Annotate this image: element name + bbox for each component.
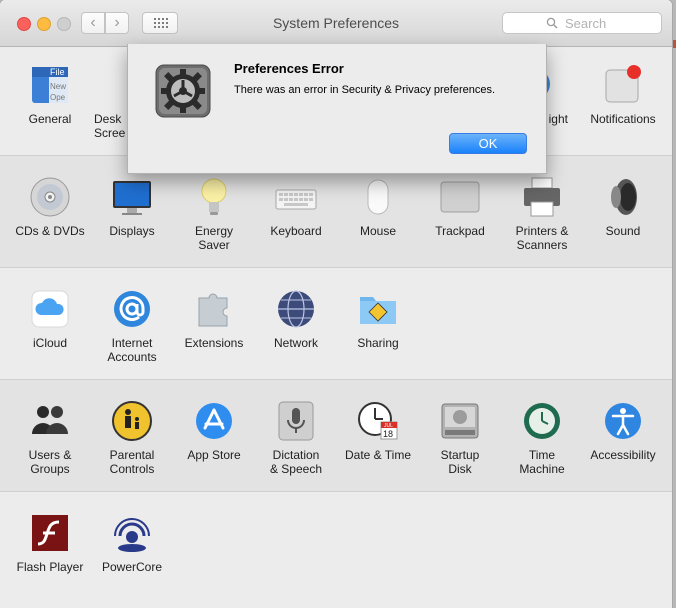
pane-label: Printers & Scanners bbox=[515, 224, 569, 252]
pane-printers-scanners[interactable]: Printers & Scanners bbox=[501, 176, 583, 252]
mouse-icon bbox=[357, 176, 399, 218]
svg-text:File: File bbox=[50, 67, 65, 77]
pane-date-time[interactable]: JUL 18 Date & Time bbox=[337, 400, 419, 462]
pane-energy-saver[interactable]: Energy Saver bbox=[173, 176, 255, 252]
dialog-title: Preferences Error bbox=[234, 61, 344, 76]
notifications-icon bbox=[602, 64, 644, 106]
pane-powercore[interactable]: PowerCore bbox=[91, 512, 173, 574]
background-window-edge bbox=[672, 40, 676, 48]
pane-label: Flash Player bbox=[16, 560, 84, 574]
pane-app-store[interactable]: App Store bbox=[173, 400, 255, 462]
users-icon bbox=[29, 400, 71, 442]
svg-text:18: 18 bbox=[383, 429, 393, 439]
pane-label: Date & Time bbox=[344, 448, 412, 462]
title-bar: ‹ › System Preferences bbox=[0, 0, 672, 47]
ok-button[interactable]: OK bbox=[449, 133, 527, 154]
puzzle-icon bbox=[193, 288, 235, 330]
time-machine-icon bbox=[521, 400, 563, 442]
pane-label: Extensions bbox=[184, 336, 244, 350]
pane-general[interactable]: File New Ope General bbox=[9, 64, 91, 126]
pane-startup-disk[interactable]: Startup Disk bbox=[419, 400, 501, 476]
pane-label: App Store bbox=[187, 448, 241, 462]
pane-dictation-speech[interactable]: Dictation & Speech bbox=[255, 400, 337, 476]
pane-users-groups[interactable]: Users & Groups bbox=[9, 400, 91, 476]
pane-label: Notifications bbox=[590, 112, 656, 126]
search-input[interactable] bbox=[502, 12, 662, 34]
pane-label: Keyboard bbox=[270, 224, 322, 238]
speaker-icon bbox=[602, 176, 644, 218]
parental-icon bbox=[111, 400, 153, 442]
trackpad-icon bbox=[439, 176, 481, 218]
pane-label: CDs & DVDs bbox=[15, 224, 85, 238]
pane-internet-accounts[interactable]: Internet Accounts bbox=[91, 288, 173, 364]
powercore-icon bbox=[111, 512, 153, 554]
pane-label: Startup Disk bbox=[440, 448, 480, 476]
pane-label: PowerCore bbox=[101, 560, 163, 574]
pane-flash-player[interactable]: Flash Player bbox=[9, 512, 91, 574]
pane-keyboard[interactable]: Keyboard bbox=[255, 176, 337, 238]
svg-text:New: New bbox=[50, 82, 66, 91]
microphone-icon bbox=[275, 400, 317, 442]
pane-notifications[interactable]: Notifications bbox=[582, 64, 664, 126]
pane-icloud[interactable]: iCloud bbox=[9, 288, 91, 350]
pane-label: iCloud bbox=[32, 336, 68, 350]
pane-parental-controls[interactable]: Parental Controls bbox=[91, 400, 173, 476]
pane-network[interactable]: Network bbox=[255, 288, 337, 350]
pane-time-machine[interactable]: Time Machine bbox=[501, 400, 583, 476]
pane-label: Sharing bbox=[357, 336, 399, 350]
pane-displays[interactable]: Displays bbox=[91, 176, 173, 238]
dialog-message: There was an error in Security & Privacy… bbox=[234, 84, 496, 96]
cd-icon bbox=[29, 176, 71, 218]
general-icon: File New Ope bbox=[29, 64, 71, 106]
keyboard-icon bbox=[275, 176, 317, 218]
at-sign-icon bbox=[111, 288, 153, 330]
pane-label: Energy Saver bbox=[194, 224, 234, 252]
pane-label: Accessibility bbox=[590, 448, 656, 462]
accessibility-icon bbox=[602, 400, 644, 442]
pane-trackpad[interactable]: Trackpad bbox=[419, 176, 501, 238]
pane-cds-dvds[interactable]: CDs & DVDs bbox=[9, 176, 91, 238]
lightbulb-icon bbox=[193, 176, 235, 218]
pane-label: Mouse bbox=[359, 224, 397, 238]
flash-icon bbox=[29, 512, 71, 554]
pane-label: Displays bbox=[109, 224, 155, 238]
display-icon bbox=[111, 176, 153, 218]
pane-label: Parental Controls bbox=[109, 448, 155, 476]
preferences-error-dialog: Preferences Error There was an error in … bbox=[127, 44, 547, 174]
pane-label: Sound bbox=[605, 224, 641, 238]
pane-label: Dictation & Speech bbox=[269, 448, 323, 476]
printer-icon bbox=[521, 176, 563, 218]
disk-icon bbox=[439, 400, 481, 442]
system-preferences-window: ‹ › System Preferences Search File New O… bbox=[0, 0, 672, 608]
pane-accessibility[interactable]: Accessibility bbox=[582, 400, 664, 462]
search-icon bbox=[546, 17, 558, 29]
pane-mouse[interactable]: Mouse bbox=[337, 176, 419, 238]
pane-label: Internet Accounts bbox=[107, 336, 157, 364]
pane-label: Network bbox=[273, 336, 318, 350]
cloud-icon bbox=[29, 288, 71, 330]
sharing-folder-icon bbox=[357, 288, 399, 330]
clock-icon: JUL 18 bbox=[357, 400, 399, 442]
pane-label: Time Machine bbox=[519, 448, 565, 476]
gear-icon bbox=[155, 64, 211, 118]
pane-label: General bbox=[28, 112, 72, 126]
pane-label: Users & Groups bbox=[28, 448, 72, 476]
pane-sharing[interactable]: Sharing bbox=[337, 288, 419, 350]
app-store-icon bbox=[193, 400, 235, 442]
pane-label: Trackpad bbox=[435, 224, 485, 238]
pane-extensions[interactable]: Extensions bbox=[173, 288, 255, 350]
globe-icon bbox=[275, 288, 317, 330]
svg-text:Ope: Ope bbox=[50, 93, 66, 102]
pane-sound[interactable]: Sound bbox=[582, 176, 664, 238]
